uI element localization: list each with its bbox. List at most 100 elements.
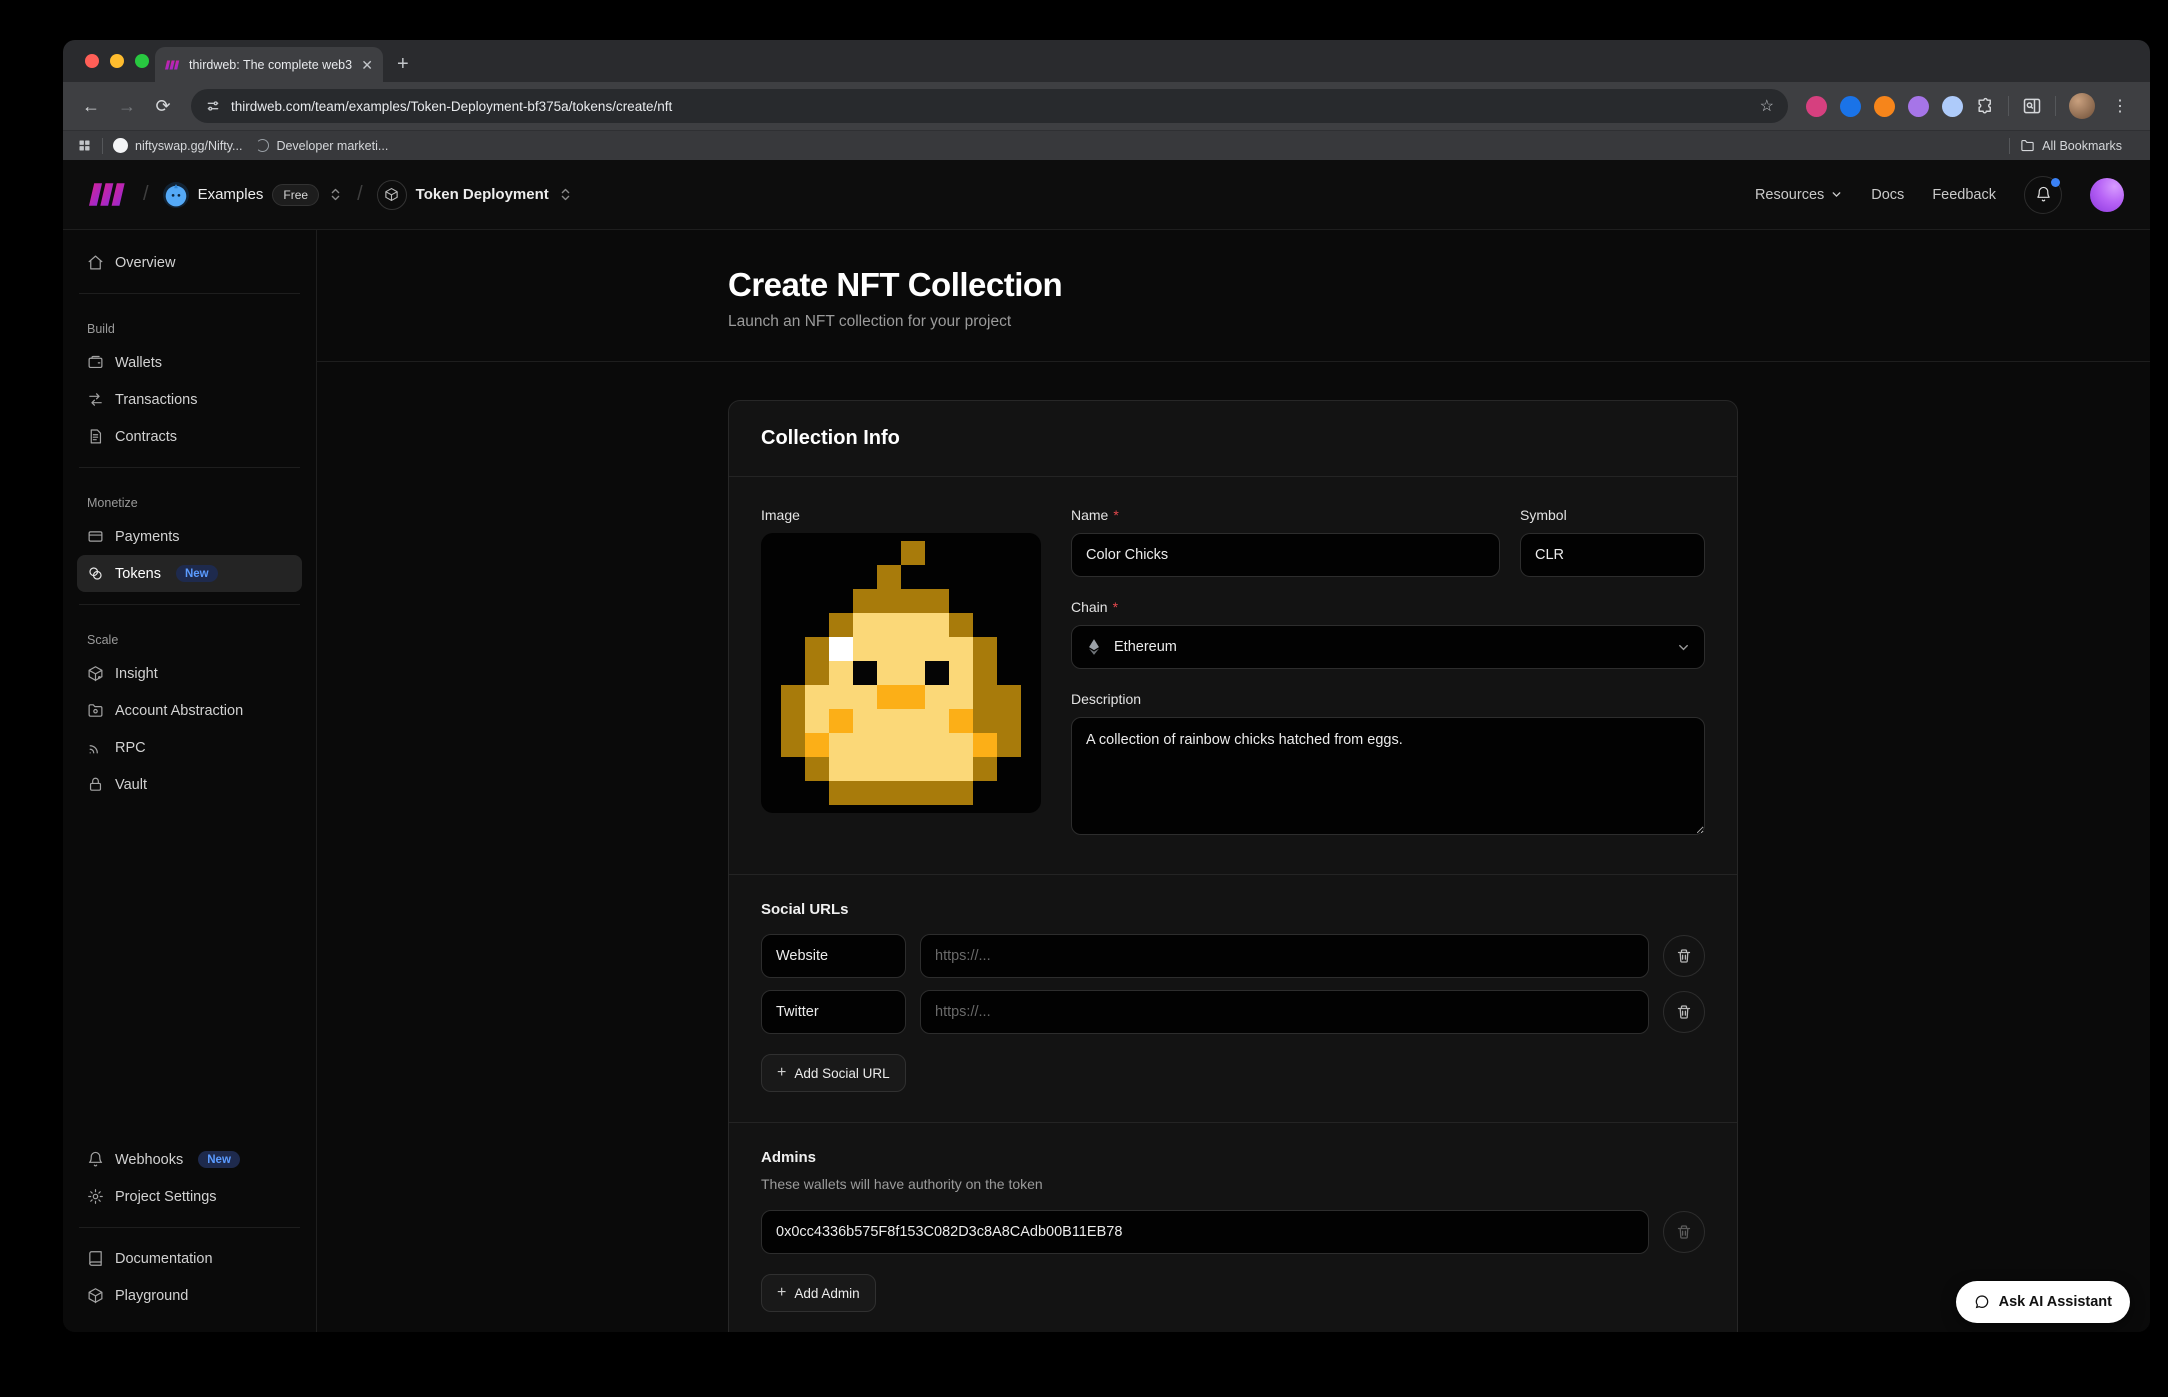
browser-window: thirdweb: The complete web3 ✕ + ← → ⟳ th… bbox=[63, 40, 2150, 1332]
notifications-button[interactable] bbox=[2024, 176, 2062, 214]
site-settings-icon[interactable] bbox=[205, 98, 221, 114]
required-asterisk: * bbox=[1113, 507, 1118, 523]
extensions-puzzle-icon[interactable] bbox=[1976, 97, 1995, 116]
sidebar-item-label: Payments bbox=[115, 529, 179, 545]
sidebar-item-insight[interactable]: Insight bbox=[77, 655, 302, 692]
account-icon bbox=[87, 702, 104, 719]
trash-icon bbox=[1676, 1224, 1692, 1240]
thirdweb-logo[interactable] bbox=[89, 181, 129, 208]
social-url-input-twitter[interactable] bbox=[920, 990, 1649, 1034]
sidebar-item-payments[interactable]: Payments bbox=[77, 518, 302, 555]
browser-toolbar: ← → ⟳ thirdweb.com/team/examples/Token-D… bbox=[63, 82, 2150, 130]
sidebar-item-wallets[interactable]: Wallets bbox=[77, 344, 302, 381]
delete-social-url-button[interactable] bbox=[1663, 935, 1705, 977]
chain-select[interactable] bbox=[1071, 625, 1705, 669]
sidebar-item-account-abstraction[interactable]: Account Abstraction bbox=[77, 692, 302, 729]
delete-social-url-button[interactable] bbox=[1663, 991, 1705, 1033]
back-button[interactable]: ← bbox=[75, 90, 107, 122]
delete-admin-button[interactable] bbox=[1663, 1211, 1705, 1253]
bell-icon bbox=[2035, 186, 2052, 203]
sidebar-item-label: Webhooks bbox=[115, 1152, 183, 1168]
trash-icon bbox=[1676, 1004, 1692, 1020]
forward-button[interactable]: → bbox=[111, 90, 143, 122]
tokens-icon bbox=[87, 565, 104, 582]
payments-icon bbox=[87, 528, 104, 545]
add-admin-button[interactable]: + Add Admin bbox=[761, 1274, 876, 1312]
blue-ring-extension-icon[interactable] bbox=[1840, 96, 1861, 117]
sidebar-item-project-settings[interactable]: Project Settings bbox=[77, 1178, 302, 1215]
social-platform-input-twitter[interactable] bbox=[761, 990, 906, 1034]
bookmark-item-1[interactable]: niftyswap.gg/Nifty... bbox=[113, 138, 242, 153]
project-selector-icon[interactable] bbox=[558, 187, 573, 202]
book-icon bbox=[87, 1250, 104, 1267]
purple-extension-icon[interactable] bbox=[1908, 96, 1929, 117]
browser-profile-avatar[interactable] bbox=[2069, 93, 2095, 119]
browser-menu-icon[interactable]: ⋮ bbox=[2108, 96, 2132, 116]
notification-dot bbox=[2051, 178, 2060, 187]
side-panel-search-icon[interactable] bbox=[2022, 96, 2042, 116]
plus-icon: + bbox=[777, 1064, 786, 1082]
close-window-button[interactable] bbox=[85, 54, 99, 68]
social-platform-input-website[interactable] bbox=[761, 934, 906, 978]
breadcrumb-project[interactable]: Token Deployment bbox=[377, 180, 573, 210]
sidebar-item-playground[interactable]: Playground bbox=[77, 1277, 302, 1314]
main-panel: Create NFT Collection Launch an NFT coll… bbox=[317, 230, 2150, 1332]
pink-extension-icon[interactable] bbox=[1806, 96, 1827, 117]
sidebar-item-label: Tokens bbox=[115, 566, 161, 582]
tab-close-icon[interactable]: ✕ bbox=[361, 58, 373, 72]
collection-image-upload[interactable] bbox=[761, 533, 1041, 813]
resources-menu[interactable]: Resources bbox=[1755, 187, 1843, 203]
docs-link[interactable]: Docs bbox=[1871, 187, 1904, 203]
chain-value[interactable] bbox=[1071, 625, 1705, 669]
symbol-input[interactable] bbox=[1520, 533, 1705, 577]
all-bookmarks-button[interactable]: All Bookmarks bbox=[2020, 138, 2122, 153]
user-avatar[interactable] bbox=[2090, 178, 2124, 212]
sidebar-item-rpc[interactable]: RPC bbox=[77, 729, 302, 766]
bookmarks-bar: niftyswap.gg/Nifty... Developer marketi..… bbox=[63, 130, 2150, 160]
sidebar-item-documentation[interactable]: Documentation bbox=[77, 1240, 302, 1277]
team-avatar bbox=[163, 182, 189, 208]
image-label: Image bbox=[761, 507, 800, 523]
sidebar-item-webhooks[interactable]: WebhooksNew bbox=[77, 1141, 302, 1178]
gear-icon bbox=[87, 1188, 104, 1205]
sidebar-item-contracts[interactable]: Contracts bbox=[77, 418, 302, 455]
metamask-extension-icon[interactable] bbox=[1874, 96, 1895, 117]
bell-icon bbox=[87, 1151, 104, 1168]
new-tab-button[interactable]: + bbox=[397, 53, 409, 76]
zoom-window-button[interactable] bbox=[135, 54, 149, 68]
sidebar-item-tokens[interactable]: TokensNew bbox=[77, 555, 302, 592]
sidebar-item-label: Account Abstraction bbox=[115, 703, 243, 719]
description-textarea[interactable]: A collection of rainbow chicks hatched f… bbox=[1071, 717, 1705, 835]
minimize-window-button[interactable] bbox=[110, 54, 124, 68]
social-url-row-twitter bbox=[761, 990, 1705, 1034]
sidebar-item-transactions[interactable]: Transactions bbox=[77, 381, 302, 418]
add-social-url-button[interactable]: + Add Social URL bbox=[761, 1054, 906, 1092]
folder-icon bbox=[2020, 138, 2035, 153]
social-url-input-website[interactable] bbox=[920, 934, 1649, 978]
breadcrumb-slash-2: / bbox=[357, 183, 363, 206]
sidebar-divider bbox=[79, 604, 300, 605]
team-name: Examples bbox=[198, 186, 264, 203]
page-header: Create NFT Collection Launch an NFT coll… bbox=[317, 230, 2150, 362]
ask-ai-assistant-button[interactable]: Ask AI Assistant bbox=[1956, 1281, 2130, 1323]
app-top-nav: / Examples Free / bbox=[63, 160, 2150, 230]
address-bar[interactable]: thirdweb.com/team/examples/Token-Deploym… bbox=[191, 89, 1788, 123]
bookmark-star-icon[interactable]: ☆ bbox=[1760, 96, 1774, 116]
apps-grid-icon[interactable] bbox=[77, 138, 92, 153]
sidebar-item-overview[interactable]: Overview bbox=[77, 244, 302, 281]
admins-title: Admins bbox=[761, 1149, 1705, 1166]
browser-tab[interactable]: thirdweb: The complete web3 ✕ bbox=[155, 47, 383, 82]
sidebar-item-vault[interactable]: Vault bbox=[77, 766, 302, 803]
feedback-link[interactable]: Feedback bbox=[1932, 187, 1996, 203]
bookmark-item-2[interactable]: Developer marketi... bbox=[256, 139, 388, 153]
collection-name-input[interactable] bbox=[1071, 533, 1500, 577]
reload-button[interactable]: ⟳ bbox=[147, 90, 179, 122]
clock-extension-icon[interactable] bbox=[1942, 96, 1963, 117]
team-selector-icon[interactable] bbox=[328, 187, 343, 202]
admin-address-input[interactable] bbox=[761, 1210, 1649, 1254]
breadcrumb-team[interactable]: Examples Free bbox=[163, 182, 344, 208]
project-name: Token Deployment bbox=[416, 186, 549, 203]
sidebar-item-label: Project Settings bbox=[115, 1189, 217, 1205]
insight-icon bbox=[87, 665, 104, 682]
sidebar-item-label: Overview bbox=[115, 255, 175, 271]
